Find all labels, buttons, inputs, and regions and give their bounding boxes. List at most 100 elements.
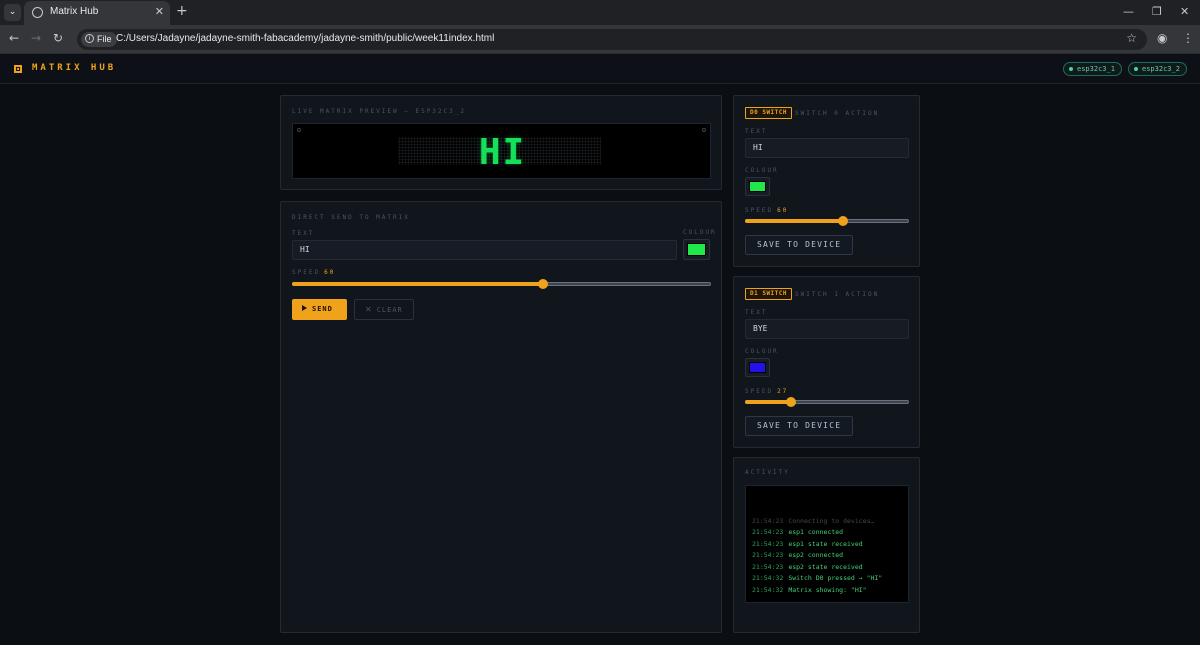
log-message: esp2 connected <box>788 551 844 559</box>
switch0-speed-label: SPEED 60 <box>745 207 789 214</box>
colour-swatch-fill <box>687 243 706 256</box>
log-message: esp1 connected <box>788 528 844 536</box>
speed-label: SPEED 60 <box>292 269 336 276</box>
activity-label: ACTIVITY <box>745 469 790 476</box>
bookmark-star-icon[interactable]: ☆ <box>1126 31 1137 45</box>
tab-title: Matrix Hub <box>50 6 99 17</box>
colour-swatch-fill <box>749 362 766 373</box>
switch1-badge: D1 SWITCH <box>745 288 793 300</box>
log-line: 21:54:23 Connecting to devices… <box>752 517 874 525</box>
activity-log[interactable]: 21:54:23 Connecting to devices… 21:54:23 es… <box>745 485 909 603</box>
switch0-speed-slider[interactable] <box>745 216 909 226</box>
tab-search-icon[interactable]: ⌄ <box>4 4 21 21</box>
send-button[interactable]: SEND <box>292 299 347 320</box>
switch0-save-button[interactable]: SAVE TO DEVICE <box>745 235 854 255</box>
url-text[interactable]: C:/Users/Jadayne/jadayne-smith-fabacadem… <box>116 33 494 44</box>
site-info-chip[interactable]: i File <box>81 32 117 47</box>
device-chip-label: esp32c3_1 <box>1077 65 1115 73</box>
speed-value: 27 <box>777 388 789 395</box>
app-header: MATRIX HUB esp32c3_1 esp32c3_2 <box>0 55 1200 84</box>
direct-speed-slider[interactable] <box>292 279 711 289</box>
switch1-title: SWITCH 1 ACTION <box>795 291 880 298</box>
switch1-save-button[interactable]: SAVE TO DEVICE <box>745 416 854 436</box>
address-bar[interactable]: i File C:/Users/Jadayne/jadayne-smith-fa… <box>77 29 1147 50</box>
switch1-colour-label: COLOUR <box>745 348 779 355</box>
log-line: 21:54:23 esp2 connected <box>752 551 843 559</box>
app-logo-text: MATRIX HUB <box>32 63 117 73</box>
device-chip-1[interactable]: esp32c3_1 <box>1063 62 1122 76</box>
preview-card: LIVE MATRIX PREVIEW — ESP32C3_2 HI <box>280 95 722 190</box>
profile-icon[interactable]: ◉ <box>1157 31 1167 45</box>
log-message: esp1 state received <box>788 539 863 548</box>
status-dot-icon <box>1134 67 1138 71</box>
menu-dots-icon[interactable]: ⋮ <box>1182 31 1194 45</box>
forward-icon[interactable]: → <box>31 31 41 45</box>
back-icon[interactable]: ← <box>9 31 19 45</box>
minimize-icon[interactable]: — <box>1123 5 1134 18</box>
play-icon <box>302 305 307 311</box>
switch0-text-input[interactable]: HI <box>745 138 909 158</box>
tab-close-icon[interactable]: ✕ <box>155 5 164 18</box>
colour-label: COLOUR <box>683 229 717 236</box>
log-timestamp: 21:54:23 <box>752 516 784 525</box>
switch0-colour-label: COLOUR <box>745 167 779 174</box>
log-timestamp: 21:54:32 <box>752 574 784 582</box>
direct-send-label: DIRECT SEND TO MATRIX <box>292 214 410 221</box>
browser-toolbar: ← → ↻ i File C:/Users/Jadayne/jadayne-sm… <box>0 25 1200 54</box>
log-line: 21:54:23 esp2 state received <box>752 563 863 571</box>
preview-text: HI <box>478 132 527 173</box>
restore-icon[interactable]: ❐ <box>1152 5 1162 18</box>
log-timestamp: 21:54:23 <box>752 528 784 536</box>
device-chip-label: esp32c3_2 <box>1142 65 1180 73</box>
speed-value: 60 <box>324 269 336 276</box>
direct-text-input[interactable]: HI <box>292 240 677 260</box>
switch0-title: SWITCH 0 ACTION <box>795 110 880 117</box>
switch1-card: D1 SWITCH SWITCH 1 ACTION TEXT BYE COLOU… <box>733 276 920 448</box>
speed-value: 60 <box>777 207 789 214</box>
matrix-logo-icon <box>14 65 22 73</box>
switch1-speed-label: SPEED 27 <box>745 388 789 395</box>
switch0-card: D0 SWITCH SWITCH 0 ACTION TEXT HI COLOUR… <box>733 95 920 267</box>
reload-icon[interactable]: ↻ <box>53 31 63 45</box>
slider-thumb[interactable] <box>538 279 549 289</box>
log-line: 21:54:32 Switch D0 pressed → "HI" <box>752 574 882 582</box>
switch1-colour-picker[interactable] <box>745 358 770 377</box>
log-timestamp: 21:54:23 <box>752 539 784 548</box>
log-line: 21:54:23 esp1 connected <box>752 528 843 536</box>
direct-colour-picker[interactable] <box>683 239 710 260</box>
switch0-badge: D0 SWITCH <box>745 107 793 119</box>
log-message: esp2 state received <box>788 562 863 571</box>
device-chip-2[interactable]: esp32c3_2 <box>1128 62 1187 76</box>
info-icon: i <box>85 34 94 43</box>
close-icon: ✕ <box>365 305 373 314</box>
activity-card: ACTIVITY 21:54:23 Connecting to devices… 2… <box>733 457 920 633</box>
log-timestamp: 21:54:23 <box>752 551 784 559</box>
switch0-colour-picker[interactable] <box>745 177 770 196</box>
slider-thumb[interactable] <box>838 216 849 226</box>
text-field-label: TEXT <box>292 230 315 237</box>
browser-tab-bar: ⌄ Matrix Hub ✕ + — ❐ ✕ <box>0 0 1200 25</box>
file-chip-label: File <box>97 34 112 44</box>
globe-icon <box>32 7 43 18</box>
preview-label: LIVE MATRIX PREVIEW — ESP32C3_2 <box>292 108 466 115</box>
clear-button[interactable]: ✕ CLEAR <box>354 299 414 320</box>
browser-tab[interactable]: Matrix Hub ✕ <box>24 1 170 25</box>
log-line: 21:54:23 esp1 state received <box>752 540 863 548</box>
status-dot-icon <box>1069 67 1073 71</box>
switch1-text-label: TEXT <box>745 309 768 316</box>
matrix-preview: HI <box>292 123 711 179</box>
switch1-speed-slider[interactable] <box>745 397 909 407</box>
log-message: Matrix showing: "HI" <box>788 585 867 594</box>
direct-send-card: DIRECT SEND TO MATRIX TEXT COLOUR HI SPE… <box>280 201 722 633</box>
log-message: Switch D0 pressed → "HI" <box>788 574 883 582</box>
log-timestamp: 21:54:32 <box>752 585 784 594</box>
switch1-text-input[interactable]: BYE <box>745 319 909 339</box>
switch0-text-label: TEXT <box>745 128 768 135</box>
slider-thumb[interactable] <box>785 397 796 407</box>
colour-swatch-fill <box>749 181 766 192</box>
log-timestamp: 21:54:23 <box>752 562 784 571</box>
new-tab-icon[interactable]: + <box>176 3 188 19</box>
log-message: Connecting to devices… <box>788 516 875 525</box>
window-close-icon[interactable]: ✕ <box>1180 5 1189 18</box>
log-line: 21:54:32 Matrix showing: "HI" <box>752 586 867 594</box>
